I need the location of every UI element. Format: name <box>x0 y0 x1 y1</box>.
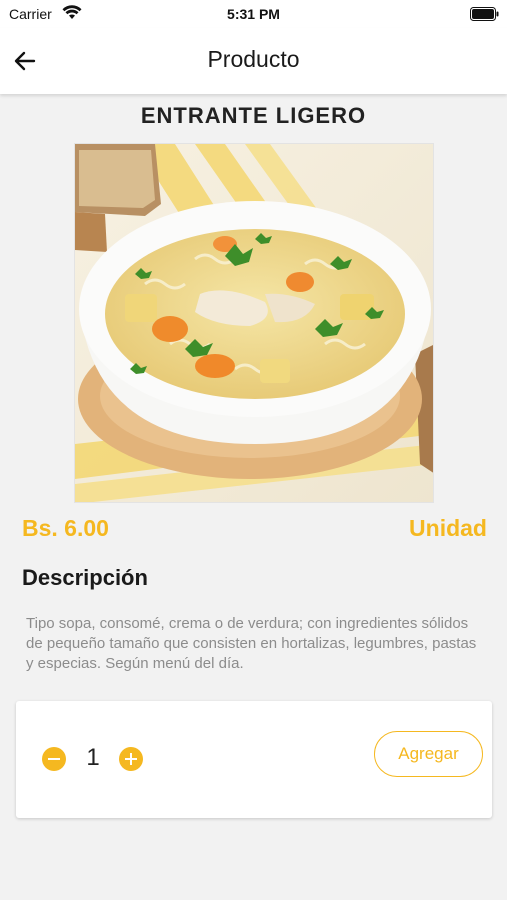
product-name: ENTRANTE LIGERO <box>140 103 367 128</box>
battery-icon <box>470 7 499 21</box>
plus-circle-icon[interactable] <box>119 747 143 771</box>
description-text: Tipo sopa, consomé, crema o de verdura; … <box>26 615 477 672</box>
add-button[interactable]: Agregar <box>374 731 483 777</box>
add-to-cart-card: 1 Agregar <box>16 701 492 818</box>
product-unit: Unidad <box>409 515 487 541</box>
page-title: Producto <box>207 46 300 72</box>
product-price: Bs. 6.00 <box>22 515 109 541</box>
status-bar: Carrier 5:31 PM <box>0 0 507 28</box>
status-time: 5:31 PM <box>227 6 280 22</box>
quantity-value: 1 <box>86 744 100 771</box>
nav-bar: Producto <box>0 28 507 94</box>
minus-circle-icon[interactable] <box>42 747 66 771</box>
product-image <box>74 143 434 503</box>
description-heading: Descripción <box>22 565 148 590</box>
soup-bowl-illustration <box>75 144 433 502</box>
